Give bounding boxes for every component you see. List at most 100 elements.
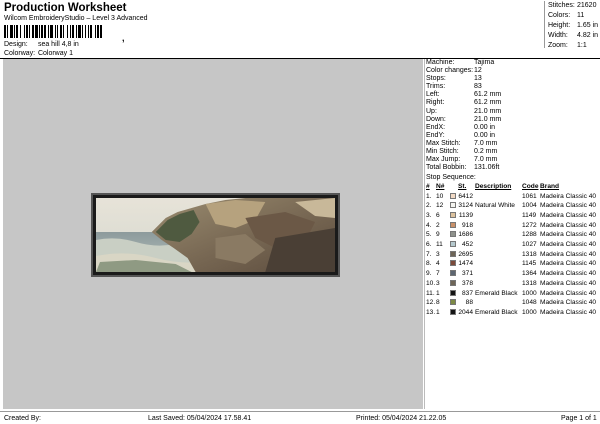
stat-max-stitch: Max Stitch: 7.0 mm <box>426 139 498 147</box>
stop-index: 9. <box>426 270 432 278</box>
stat-colors: Colors: 11 <box>548 12 585 19</box>
stop-stitches: 371 <box>461 270 473 278</box>
stop-index: 1. <box>426 192 432 200</box>
stop-swatch <box>450 308 458 318</box>
stop-sequence-header: # N# St. Description Code Brand <box>426 182 600 191</box>
stop-index: 2. <box>426 202 432 210</box>
stop-brand: Madeira Classic 40 <box>540 299 597 307</box>
top-stats-panel: Stitches: 21620 Colors: 11 Height: 1.65 in … <box>544 1 600 49</box>
stop-stitches: 1474 <box>458 260 473 268</box>
stop-swatch <box>450 259 458 269</box>
stop-swatch <box>450 220 458 230</box>
stop-needle: 6 <box>436 212 440 220</box>
stop-swatch <box>450 249 458 259</box>
stop-code: 1061 <box>522 192 537 200</box>
stop-stitches: 452 <box>461 241 473 249</box>
stat-endy: EndY: 0.00 in <box>426 131 496 139</box>
stop-row: 9. 7 371 1364 Madeira Classic 40 <box>426 269 600 279</box>
stop-row: 7. 3 2695 1318 Madeira Classic 40 <box>426 249 600 259</box>
stop-index: 3. <box>426 212 432 220</box>
stop-brand: Madeira Classic 40 <box>540 221 597 229</box>
stop-index: 8. <box>426 260 432 268</box>
col-stitches: St. <box>458 183 467 191</box>
stop-brand: Madeira Classic 40 <box>540 192 597 200</box>
stop-needle: 11 <box>436 241 443 249</box>
stop-code: 1048 <box>522 299 537 307</box>
color-swatch <box>450 279 456 286</box>
stop-swatch <box>450 288 458 298</box>
stop-stitches: 918 <box>461 221 473 229</box>
stop-swatch <box>450 240 458 250</box>
stop-row: 10. 3 378 1318 Madeira Classic 40 <box>426 279 600 289</box>
stop-code: 1145 <box>522 260 537 268</box>
colorway-label: Colorway: <box>4 50 36 57</box>
stop-stitches: 378 <box>461 279 473 287</box>
col-description: Description <box>475 183 512 191</box>
col-swatch <box>450 182 458 191</box>
stop-code: 1364 <box>522 270 537 278</box>
stat-height: Height: 1.65 in <box>548 22 599 29</box>
stop-row: 4. 2 918 1272 Madeira Classic 40 <box>426 220 600 230</box>
stop-description: Emerald Black <box>475 308 518 316</box>
stop-code: 1318 <box>522 250 537 258</box>
stat-endx: EndX: 0.00 in <box>426 123 496 131</box>
stop-needle: 12 <box>436 202 444 210</box>
stop-needle: 3 <box>436 279 440 287</box>
stop-description <box>475 279 522 289</box>
stop-description <box>475 220 522 230</box>
stat-trims: Trims: 83 <box>426 83 482 91</box>
stop-needle: 9 <box>436 231 440 239</box>
stop-row: 8. 4 1474 1145 Madeira Classic 40 <box>426 259 600 269</box>
stop-description: Natural White <box>475 202 515 210</box>
stop-index: 6. <box>426 241 432 249</box>
stop-needle: 2 <box>436 221 440 229</box>
design-preview <box>3 59 423 409</box>
stop-needle: 1 <box>436 308 440 316</box>
sea-hill-artwork <box>96 198 335 272</box>
design-value: sea hill 4,8 in <box>37 41 79 48</box>
stop-index: 7. <box>426 250 432 258</box>
stop-description <box>475 211 522 221</box>
stop-code: 1272 <box>522 221 537 229</box>
stop-description: Emerald Black <box>475 289 518 297</box>
stop-stitches: 1686 <box>458 231 473 239</box>
color-swatch <box>450 202 456 209</box>
stop-code: 1149 <box>522 212 537 220</box>
stop-brand: Madeira Classic 40 <box>540 308 597 316</box>
stop-code: 1000 <box>522 308 537 316</box>
stat-max-jump: Max Jump: 7.0 mm <box>426 156 498 164</box>
stop-index: 11. <box>426 289 435 297</box>
stop-needle: 4 <box>436 260 440 268</box>
stat-min-stitch: Min Stitch: 0.2 mm <box>426 148 498 156</box>
stop-stitches: 1139 <box>458 212 473 220</box>
stat-left: Left: 61.2 mm <box>426 91 502 99</box>
stop-stitches: 6412 <box>458 192 473 200</box>
stop-sequence-table: # N# St. Description Code Brand 1. 10 6412… <box>426 182 600 317</box>
color-swatch <box>450 270 456 277</box>
stat-up: Up: 21.0 mm <box>426 107 502 115</box>
stop-needle: 8 <box>436 299 440 307</box>
stop-swatch <box>450 201 458 211</box>
design-label: Design: <box>4 41 28 48</box>
stop-swatch <box>450 269 458 279</box>
colorway-value: Colorway 1 <box>37 50 73 57</box>
machine-info-panel: Machine: Tajima Color changes: 12 Stops: 13… <box>424 59 600 409</box>
col-brand: Brand <box>540 183 560 191</box>
stop-description <box>475 259 522 269</box>
stat-stops: Stops: 13 <box>426 75 482 83</box>
stop-row: 5. 9 1686 1288 Madeira Classic 40 <box>426 230 600 240</box>
color-swatch <box>450 241 456 248</box>
stop-index: 4. <box>426 221 432 229</box>
embroidery-patch <box>91 193 340 277</box>
col-index: # <box>426 183 430 191</box>
stop-row: 1. 10 6412 1061 Madeira Classic 40 <box>426 191 600 201</box>
stop-code: 1288 <box>522 231 537 239</box>
stop-description <box>475 191 522 201</box>
stat-width: Width: 4.82 in <box>548 32 599 39</box>
stop-stitches: 2044 <box>458 308 473 316</box>
stop-index: 5. <box>426 231 432 239</box>
stop-index: 10. <box>426 279 436 287</box>
page-title: Production Worksheet <box>4 2 127 14</box>
created-by: Created By: <box>4 415 41 422</box>
stop-description <box>475 269 522 279</box>
